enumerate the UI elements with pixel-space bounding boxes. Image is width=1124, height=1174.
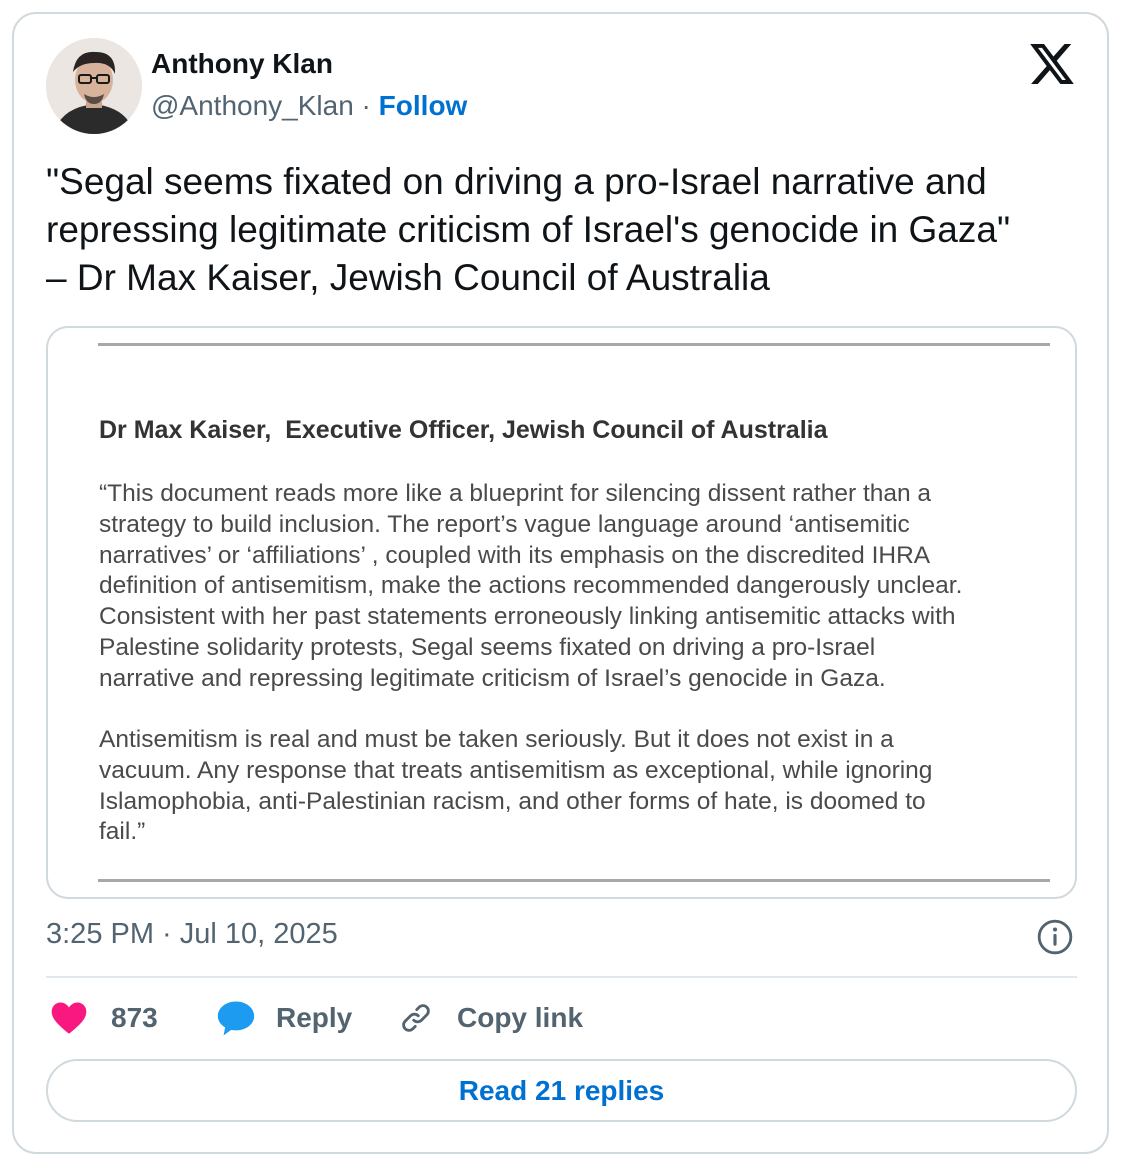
document-line: narrative and repressing legitimate crit… xyxy=(99,664,886,692)
document-rule-top xyxy=(98,343,1050,346)
author-handle-row: @Anthony_Klan · Follow xyxy=(151,90,467,122)
avatar-image xyxy=(46,38,142,134)
tweet-timestamp[interactable]: 3:25 PM · Jul 10, 2025 xyxy=(46,918,338,951)
tweet-text-line: – Dr Max Kaiser, Jewish Council of Austr… xyxy=(46,257,770,298)
link-icon xyxy=(402,1004,430,1032)
document-line: narratives’ or ‘affiliations’ , coupled … xyxy=(99,541,931,569)
document-line: Palestine solidarity protests, Segal see… xyxy=(99,633,876,661)
document-line: vacuum. Any response that treats antisem… xyxy=(99,756,933,784)
tweet-text-line: repressing legitimate criticism of Israe… xyxy=(46,209,1011,250)
document-line: Consistent with her past statements erro… xyxy=(99,603,956,631)
avatar[interactable] xyxy=(46,38,142,134)
document-line: definition of antisemitism, make the act… xyxy=(99,572,963,600)
document-line: “This document reads more like a bluepri… xyxy=(99,480,932,507)
document-line: fail.” xyxy=(99,818,146,846)
like-count: 873 xyxy=(111,1002,158,1033)
reply-label: Reply xyxy=(276,1002,353,1033)
info-icon[interactable] xyxy=(1036,918,1074,956)
heart-icon xyxy=(51,1002,87,1034)
divider xyxy=(46,976,1077,978)
copy-link-label: Copy link xyxy=(457,1002,584,1033)
tweet-text: "Segal seems fixated on driving a pro-Is… xyxy=(46,158,1086,302)
document-line: Antisemitism is real and must be taken s… xyxy=(99,726,894,753)
read-replies-button[interactable]: Read 21 replies xyxy=(46,1059,1077,1122)
document-paragraph-1: “This document reads more like a bluepri… xyxy=(99,479,1059,695)
attached-image[interactable]: Dr Max Kaiser, Executive Officer, Jewish… xyxy=(46,326,1077,899)
follow-button[interactable]: Follow xyxy=(379,90,468,121)
document-rule-bottom xyxy=(98,879,1050,882)
like-button[interactable]: 873 xyxy=(50,996,158,1040)
tweet-text-line: "Segal seems fixated on driving a pro-Is… xyxy=(46,161,987,202)
copy-link-button[interactable]: Copy link xyxy=(398,996,583,1040)
document-heading: Dr Max Kaiser, Executive Officer, Jewish… xyxy=(99,416,828,444)
reply-bubble-icon xyxy=(217,1001,255,1036)
document-line: Islamophobia, anti-Palestinian racism, a… xyxy=(99,787,926,815)
document-paragraph-2: Antisemitism is real and must be taken s… xyxy=(99,725,1059,848)
x-logo-icon[interactable] xyxy=(1029,44,1075,84)
author-handle[interactable]: @Anthony_Klan xyxy=(151,90,354,121)
handle-separator: · xyxy=(353,90,379,121)
reply-button[interactable]: Reply xyxy=(216,996,352,1040)
document-line: strategy to build inclusion. The report’… xyxy=(99,510,910,538)
author-name[interactable]: Anthony Klan xyxy=(151,48,333,80)
